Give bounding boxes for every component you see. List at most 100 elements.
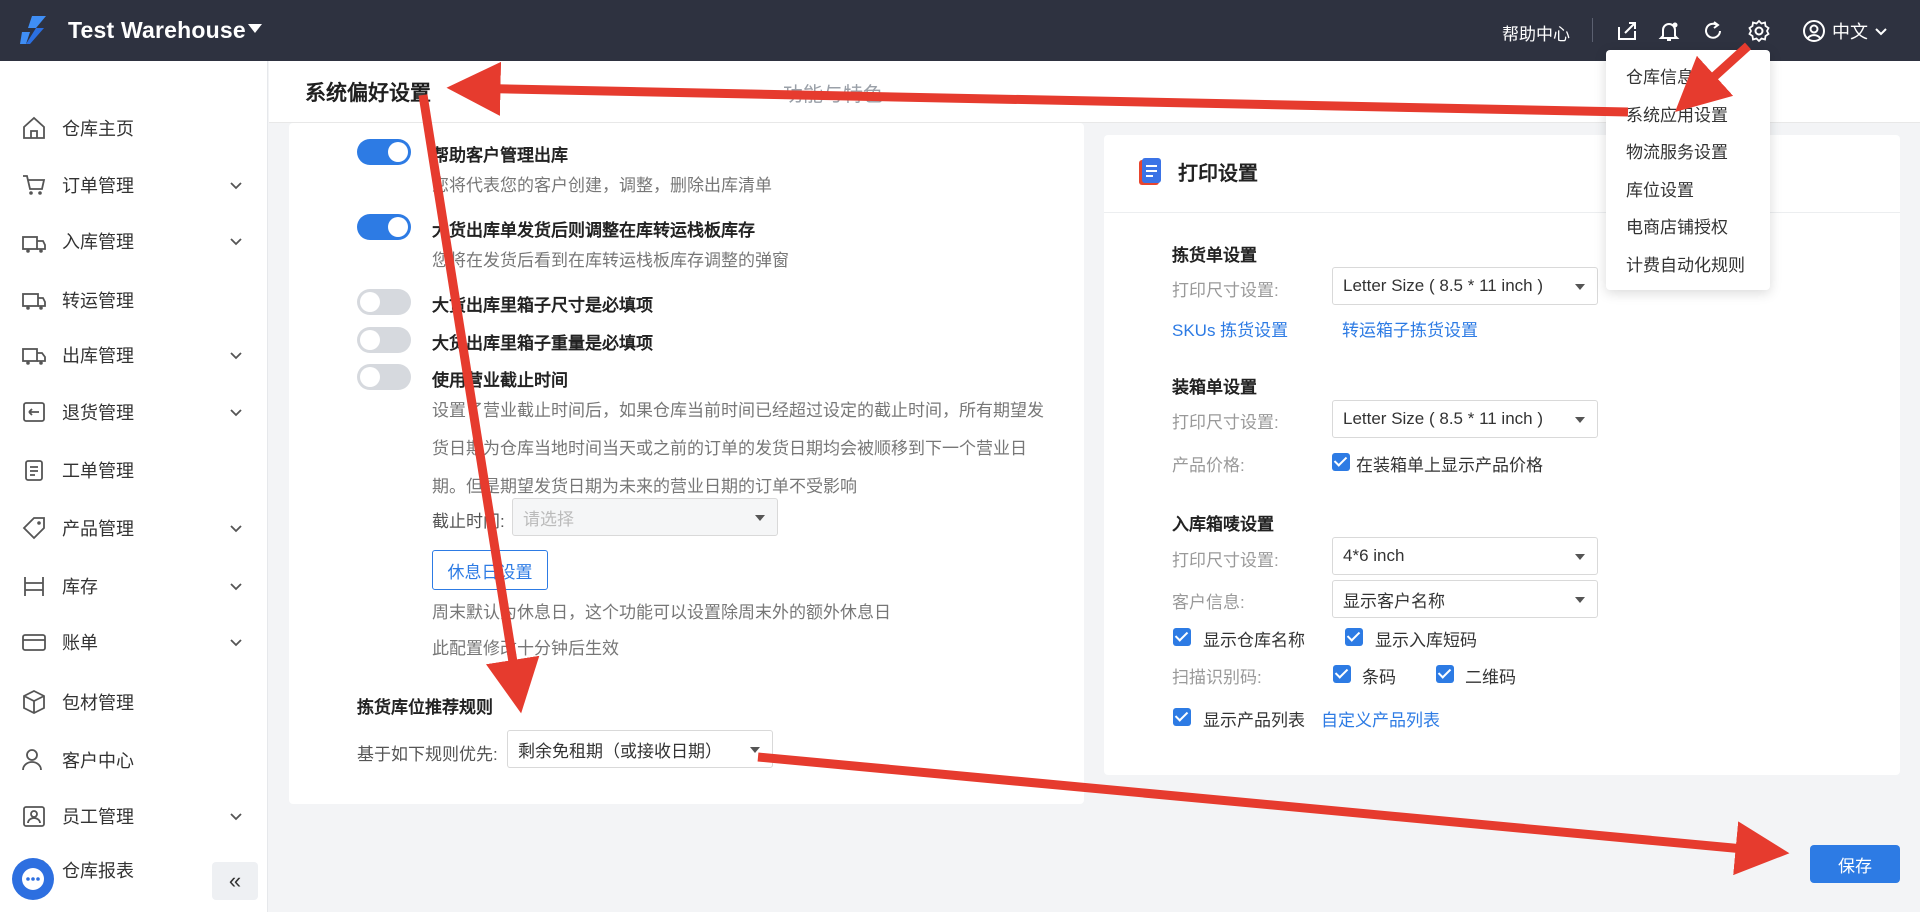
menu-item-logistics-settings[interactable]: 物流服务设置 xyxy=(1626,138,1728,163)
user-icon[interactable] xyxy=(1802,19,1826,43)
bell-icon[interactable] xyxy=(1656,18,1682,44)
sidebar-item-staff[interactable]: 员工管理 xyxy=(0,796,267,836)
language-switcher[interactable]: 中文 xyxy=(1802,18,1888,44)
sidebar-item-label: 账单 xyxy=(62,633,98,653)
customer-info-select[interactable]: 显示客户名称 xyxy=(1332,580,1598,618)
cutoff-description: 设置了营业截止时间后，如果仓库当前时间已经超过设定的截止时间，所有期望发货日期为… xyxy=(432,401,1044,496)
sidebar-item-label: 转运管理 xyxy=(62,291,134,311)
sidebar-item-home[interactable]: 仓库主页 xyxy=(0,108,267,148)
sidebar-item-label: 出库管理 xyxy=(62,346,134,366)
sidebar-item-label: 产品管理 xyxy=(62,519,134,539)
sidebar-item-label: 退货管理 xyxy=(62,403,134,423)
option-title-0: 帮助客户管理出库 xyxy=(432,146,568,165)
chevron-down-icon xyxy=(1575,597,1585,603)
show-code-checkbox[interactable] xyxy=(1345,628,1363,646)
menu-item-system-settings[interactable]: 系统应用设置 xyxy=(1626,101,1728,126)
chevron-down-icon[interactable] xyxy=(228,808,244,824)
chevron-down-icon[interactable] xyxy=(228,347,244,363)
option-title-4: 使用营业截止时间 xyxy=(432,371,568,390)
sidebar-item-clipboard[interactable]: 工单管理 xyxy=(0,450,267,490)
menu-item-location-settings[interactable]: 库位设置 xyxy=(1626,176,1694,201)
sidebar-item-box[interactable]: 包材管理 xyxy=(0,682,267,722)
sidebar-item-cart[interactable]: 订单管理 xyxy=(0,165,267,205)
chevron-down-icon[interactable] xyxy=(228,520,244,536)
option-toggle-0[interactable] xyxy=(357,139,411,165)
option-toggle-4[interactable] xyxy=(357,364,411,390)
refresh-icon[interactable] xyxy=(1700,18,1726,44)
show-products-checkbox[interactable] xyxy=(1173,708,1191,726)
mark-size-select[interactable]: 4*6 inch xyxy=(1332,537,1598,575)
sidebar-item-truck[interactable]: 出库管理 xyxy=(0,335,267,375)
help-center-link[interactable]: 帮助中心 xyxy=(1502,20,1570,45)
language-label[interactable]: 中文 xyxy=(1832,18,1868,44)
chevron-down-icon[interactable] xyxy=(228,177,244,193)
chevron-down-icon[interactable] xyxy=(228,404,244,420)
sidebar-item-transfer[interactable]: 转运管理 xyxy=(0,280,267,320)
sku-picking-settings-link[interactable]: SKUs 拣货设置 xyxy=(1172,316,1288,341)
warehouse-switch-caret-icon[interactable] xyxy=(248,24,262,33)
holiday-settings-button[interactable]: 休息日设置 xyxy=(432,550,548,590)
cutoff-time-label: 截止时间: xyxy=(432,512,505,531)
picking-rule-select[interactable]: 剩余免租期（或接收日期） xyxy=(507,730,773,768)
sidebar-item-tag[interactable]: 产品管理 xyxy=(0,508,267,548)
clipboard-icon xyxy=(25,460,43,481)
menu-item-billing-automation[interactable]: 计费自动化规则 xyxy=(1626,251,1745,276)
tag-icon xyxy=(22,517,45,540)
show-price-checkbox[interactable] xyxy=(1332,453,1350,471)
chevron-down-icon[interactable] xyxy=(228,578,244,594)
sidebar-item-customer[interactable]: 客户中心 xyxy=(0,740,267,780)
sidebar-item-label: 客户中心 xyxy=(62,751,134,771)
gear-icon[interactable] xyxy=(1746,18,1772,44)
customer-icon xyxy=(22,749,42,771)
sidebar-item-card[interactable]: 账单 xyxy=(0,622,267,662)
qrcode-checkbox[interactable] xyxy=(1436,665,1454,683)
tab-system-preferences[interactable]: 系统偏好设置 xyxy=(305,77,431,107)
barcode-label: 条码 xyxy=(1362,668,1396,687)
option-toggle-1[interactable] xyxy=(357,214,411,240)
option-title-2: 大货出库里箱子尺寸是必填项 xyxy=(432,296,653,315)
show-warehouse-label: 显示仓库名称 xyxy=(1203,631,1305,650)
card-icon xyxy=(22,634,46,651)
warehouse-name[interactable]: Test Warehouse xyxy=(68,17,246,44)
chevron-down-icon xyxy=(755,515,765,521)
menu-item-store-authorization[interactable]: 电商店铺授权 xyxy=(1626,213,1728,238)
print-settings-title: 打印设置 xyxy=(1178,163,1258,185)
save-button[interactable]: 保存 xyxy=(1810,845,1900,883)
option-toggle-3[interactable] xyxy=(357,327,411,353)
toggle-knob xyxy=(360,367,380,387)
toggle-knob xyxy=(360,292,380,312)
pack-size-select[interactable]: Letter Size ( 8.5 * 11 inch ) xyxy=(1332,400,1598,438)
menu-item-warehouse-info[interactable]: 仓库信息 xyxy=(1626,63,1694,88)
option-toggle-2[interactable] xyxy=(357,289,411,315)
chat-icon xyxy=(22,868,44,890)
sidebar-item-label: 仓库报表 xyxy=(62,861,134,881)
mark-size-label: 打印尺寸设置: xyxy=(1172,551,1279,570)
cart-icon xyxy=(23,175,46,195)
show-code-label: 显示入库短码 xyxy=(1375,631,1477,650)
pack-size-label: 打印尺寸设置: xyxy=(1172,413,1279,432)
box-icon xyxy=(23,689,45,715)
sidebar-item-shelf[interactable]: 库存 xyxy=(0,566,267,606)
export-icon[interactable] xyxy=(1614,18,1640,44)
topbar-divider xyxy=(1592,18,1593,42)
app-logo-icon[interactable] xyxy=(20,14,52,46)
collapse-sidebar-button[interactable]: « xyxy=(212,862,258,900)
sidebar-item-inbound[interactable]: 入库管理 xyxy=(0,221,267,261)
cutoff-time-select[interactable]: 请选择 xyxy=(512,498,778,536)
option-title-1: 大货出库单发货后则调整在库转运栈板库存 xyxy=(432,221,755,240)
chevron-down-icon[interactable] xyxy=(228,233,244,249)
toggle-knob xyxy=(388,217,408,237)
price-label: 产品价格: xyxy=(1172,456,1245,475)
barcode-checkbox[interactable] xyxy=(1333,665,1351,683)
chevron-down-icon[interactable] xyxy=(228,634,244,650)
tab-features[interactable]: 功能与特色 xyxy=(783,78,883,107)
chat-support-button[interactable] xyxy=(12,858,54,900)
show-warehouse-checkbox[interactable] xyxy=(1173,628,1191,646)
custom-product-list-link[interactable]: 自定义产品列表 xyxy=(1321,706,1440,731)
box-picking-settings-link[interactable]: 转运箱子拣货设置 xyxy=(1342,316,1478,341)
pick-size-select[interactable]: Letter Size ( 8.5 * 11 inch ) xyxy=(1332,267,1598,305)
sidebar-item-return[interactable]: 退货管理 xyxy=(0,392,267,432)
config-delay-note: 此配置修改十分钟后生效 xyxy=(432,639,619,658)
chevron-down-icon[interactable] xyxy=(1874,24,1888,38)
option-title-3: 大货出库里箱子重量是必填项 xyxy=(432,334,653,353)
